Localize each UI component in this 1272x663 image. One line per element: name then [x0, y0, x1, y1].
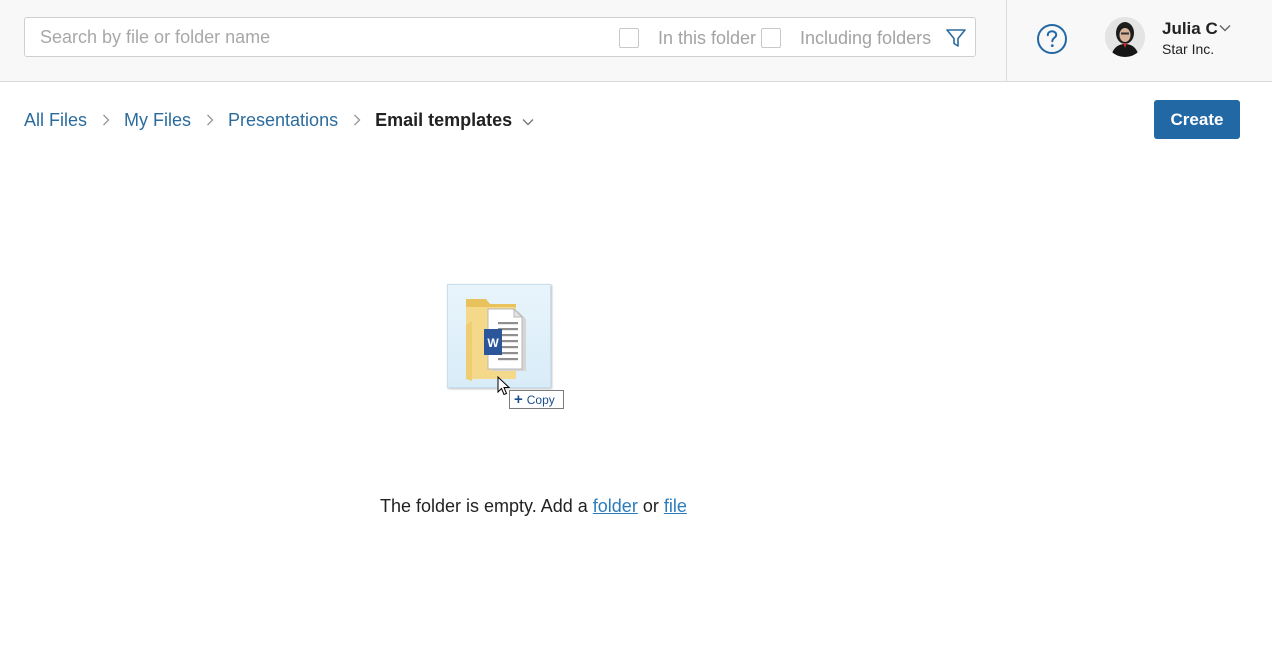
breadcrumb-current: Email templates [375, 109, 513, 130]
search-input[interactable] [40, 27, 600, 48]
copy-tooltip-label: Copy [526, 392, 555, 407]
breadcrumb-all-files[interactable]: All Files [24, 110, 87, 131]
help-icon[interactable] [1036, 23, 1068, 55]
breadcrumb: All Files My Files Presentations Email t… [24, 108, 534, 132]
filter-icon[interactable] [945, 27, 967, 49]
add-folder-link[interactable]: folder [593, 496, 638, 516]
breadcrumb-my-files[interactable]: My Files [124, 110, 191, 131]
chevron-right-icon [207, 114, 214, 126]
empty-state-text: The folder is empty. Add a [380, 496, 593, 516]
in-this-folder-label: In this folder [658, 28, 757, 48]
word-file-in-folder-icon: W [466, 299, 526, 381]
breadcrumb-presentations[interactable]: Presentations [228, 110, 338, 131]
header-divider [1006, 0, 1007, 81]
copy-tooltip: + Copy [509, 390, 564, 409]
top-bar: In this folder Including folders Julia C… [0, 0, 1272, 82]
in-this-folder-checkbox[interactable] [619, 28, 639, 48]
svg-text:W: W [487, 336, 499, 350]
user-name[interactable]: Julia C [1162, 19, 1218, 39]
create-button[interactable]: Create [1154, 100, 1240, 139]
including-folders-label: Including folders [800, 28, 932, 48]
including-folders-checkbox[interactable] [761, 28, 781, 48]
chevron-down-icon[interactable] [522, 118, 534, 126]
chevron-right-icon [103, 114, 110, 126]
plus-icon: + [514, 391, 523, 408]
empty-state-message: The folder is empty. Add a folder or fil… [380, 496, 687, 517]
chevron-right-icon [354, 114, 361, 126]
avatar[interactable] [1105, 17, 1145, 57]
add-file-link[interactable]: file [664, 496, 687, 516]
user-org: Star Inc. [1162, 41, 1215, 57]
empty-state-or: or [637, 496, 664, 516]
search-box: In this folder Including folders [24, 17, 976, 57]
chevron-down-icon[interactable] [1219, 24, 1231, 32]
drag-preview: W [447, 284, 551, 388]
